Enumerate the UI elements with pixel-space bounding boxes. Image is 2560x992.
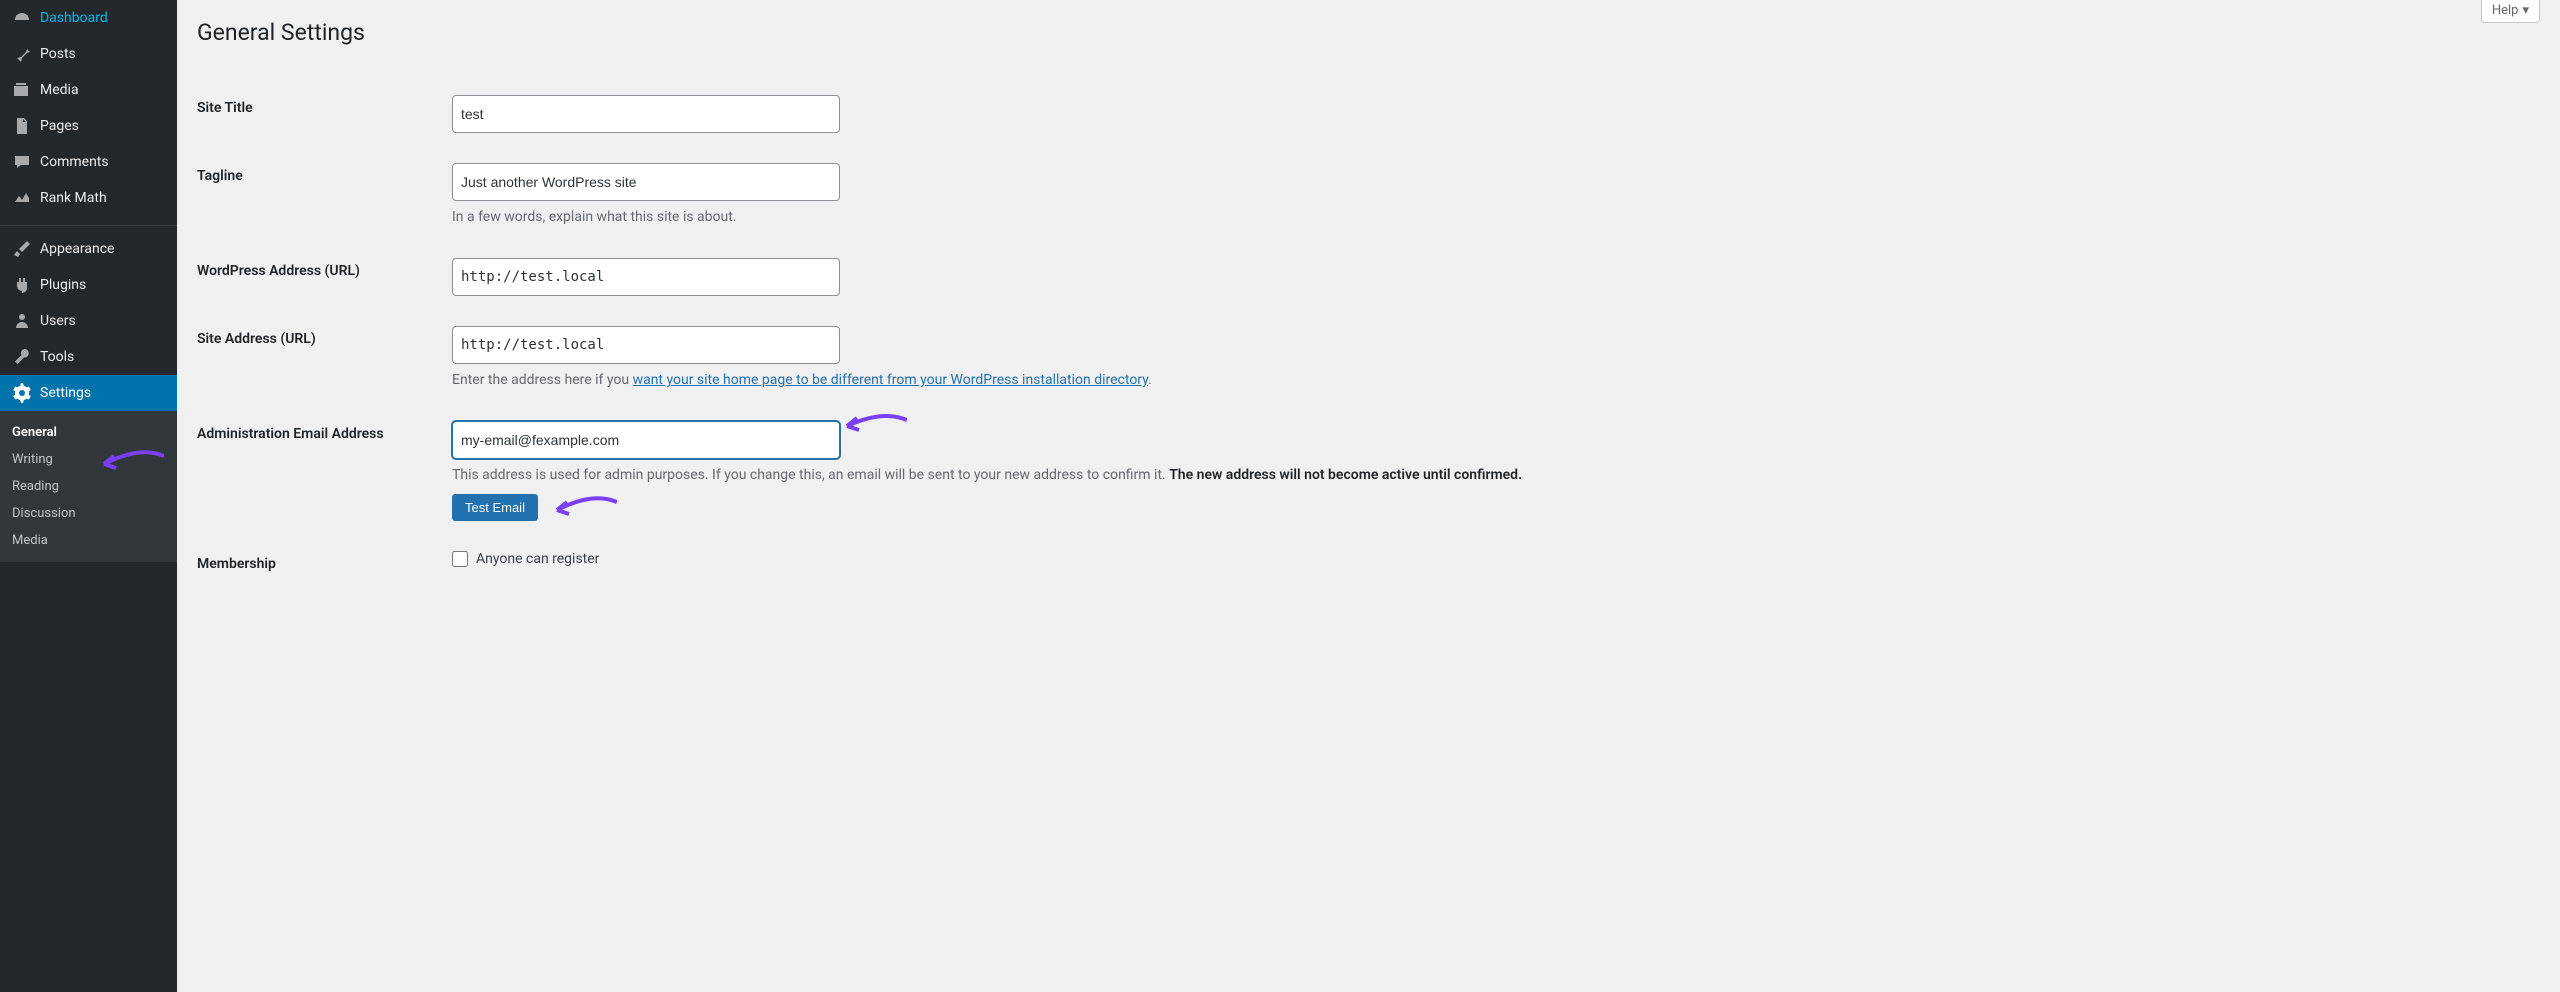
sidebar-item-comments[interactable]: Comments [0, 144, 177, 180]
sidebar-item-label: Appearance [40, 241, 114, 257]
settings-form-table: Site Title Tagline In a few words, expla… [197, 80, 2540, 592]
site-title-input[interactable] [452, 95, 840, 133]
sidebar-item-label: Users [40, 313, 76, 329]
gear-icon [12, 383, 32, 403]
wrench-icon [12, 347, 32, 367]
sidebar-item-pages[interactable]: Pages [0, 108, 177, 144]
membership-label: Membership [197, 536, 442, 592]
settings-submenu: General Writing Reading Discussion Media [0, 411, 177, 562]
test-email-button[interactable]: Test Email [452, 494, 538, 521]
plug-icon [12, 275, 32, 295]
submenu-item-media[interactable]: Media [0, 527, 177, 554]
sidebar-item-dashboard[interactable]: Dashboard [0, 0, 177, 36]
sidebar-item-label: Comments [40, 154, 109, 170]
sidebar-item-plugins[interactable]: Plugins [0, 267, 177, 303]
pin-icon [12, 44, 32, 64]
sidebar-item-label: Tools [40, 349, 74, 365]
submenu-item-discussion[interactable]: Discussion [0, 500, 177, 527]
submenu-item-general[interactable]: General [0, 419, 177, 446]
tagline-description: In a few words, explain what this site i… [452, 207, 1552, 228]
chevron-down-icon: ▾ [2522, 3, 2529, 18]
site-address-label: Site Address (URL) [197, 311, 442, 406]
help-label: Help [2492, 3, 2519, 18]
sidebar-item-label: Pages [40, 118, 79, 134]
tagline-input[interactable] [452, 163, 840, 201]
site-title-label: Site Title [197, 80, 442, 148]
submenu-item-reading[interactable]: Reading [0, 473, 177, 500]
sidebar-item-media[interactable]: Media [0, 72, 177, 108]
membership-checkbox-row[interactable]: Anyone can register [452, 551, 2530, 567]
sidebar-item-tools[interactable]: Tools [0, 339, 177, 375]
media-icon [12, 80, 32, 100]
site-address-link[interactable]: want your site home page to be different… [633, 372, 1149, 388]
membership-checkbox[interactable] [452, 551, 468, 567]
sidebar-item-settings[interactable]: Settings [0, 375, 177, 411]
wp-address-label: WordPress Address (URL) [197, 243, 442, 311]
sidebar-item-posts[interactable]: Posts [0, 36, 177, 72]
admin-email-description: This address is used for admin purposes.… [452, 465, 1552, 486]
sidebar-item-label: Posts [40, 46, 76, 62]
sidebar-item-label: Settings [40, 385, 91, 401]
sidebar-item-label: Media [40, 82, 79, 98]
admin-sidebar: Dashboard Posts Media Pages Comments [0, 0, 177, 992]
user-icon [12, 311, 32, 331]
tagline-label: Tagline [197, 148, 442, 243]
site-address-description: Enter the address here if you want your … [452, 370, 1552, 391]
sidebar-item-users[interactable]: Users [0, 303, 177, 339]
page-icon [12, 116, 32, 136]
brush-icon [12, 239, 32, 259]
menu-separator [0, 221, 177, 226]
comment-icon [12, 152, 32, 172]
admin-email-label: Administration Email Address [197, 406, 442, 536]
page-title: General Settings [197, 10, 2540, 50]
sidebar-item-label: Plugins [40, 277, 86, 293]
help-tab[interactable]: Help ▾ [2481, 0, 2540, 23]
submenu-item-writing[interactable]: Writing [0, 446, 177, 473]
sidebar-item-rank-math[interactable]: Rank Math [0, 180, 177, 216]
membership-checkbox-label: Anyone can register [476, 551, 599, 567]
main-content: Help ▾ General Settings Site Title Tagli… [177, 0, 2560, 992]
sidebar-item-appearance[interactable]: Appearance [0, 231, 177, 267]
site-address-input[interactable] [452, 326, 840, 364]
wp-address-input[interactable] [452, 258, 840, 296]
dashboard-icon [12, 8, 32, 28]
chart-icon [12, 188, 32, 208]
admin-email-input[interactable] [452, 421, 840, 459]
sidebar-item-label: Rank Math [40, 190, 107, 206]
sidebar-item-label: Dashboard [40, 10, 108, 26]
